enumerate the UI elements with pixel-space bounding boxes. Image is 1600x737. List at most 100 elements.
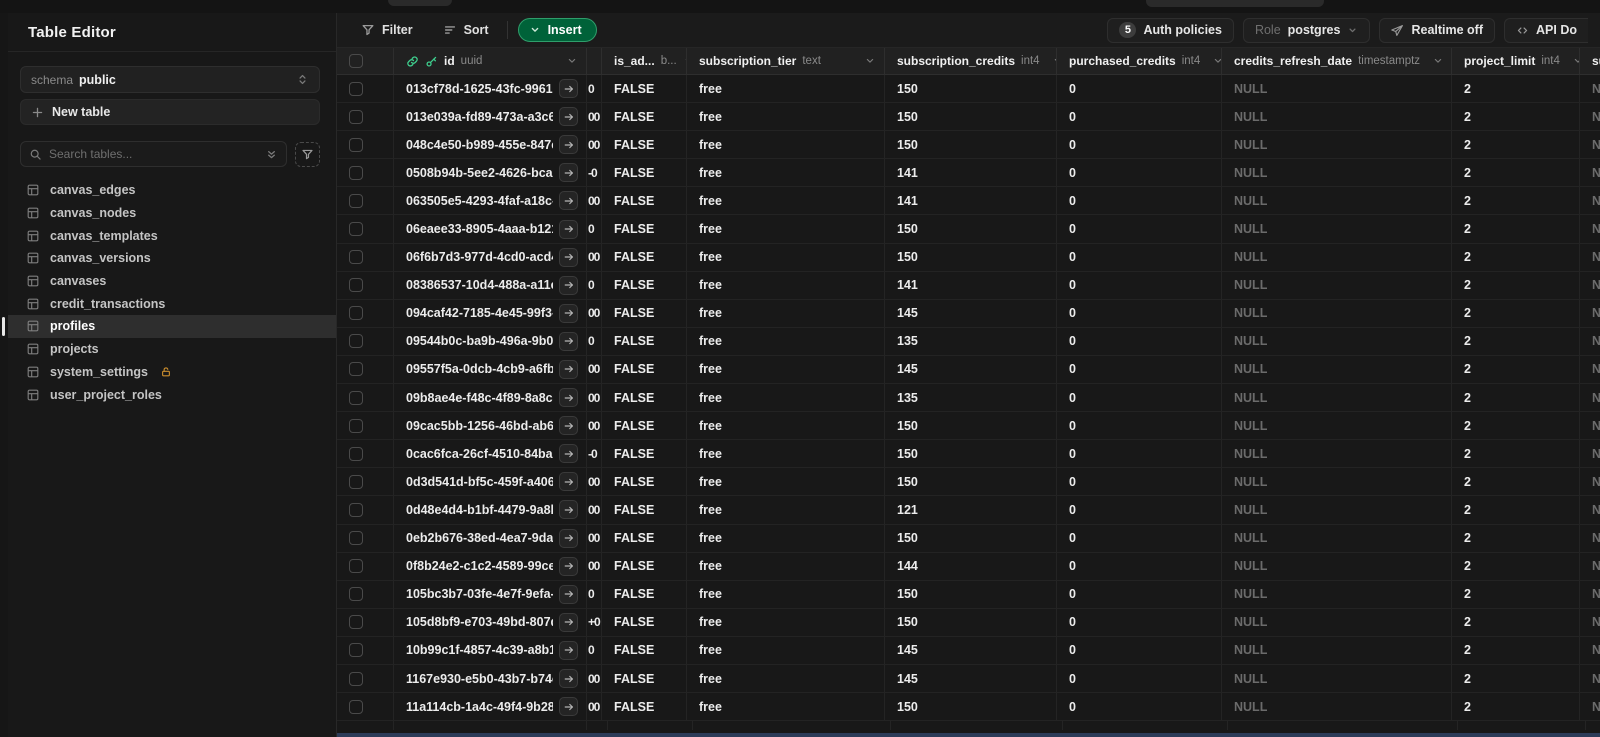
cell-project-limit[interactable]: 2 <box>1452 327 1580 355</box>
row-checkbox[interactable] <box>349 334 363 349</box>
sidebar-item-profiles[interactable]: profiles <box>2 315 336 338</box>
cell-clipped[interactable]: NU <box>1580 300 1600 327</box>
expand-row-button[interactable] <box>559 528 578 548</box>
expand-row-button[interactable] <box>559 191 578 211</box>
cell-credits-refresh-date[interactable]: NULL <box>1222 159 1452 187</box>
cell-project-limit[interactable]: 2 <box>1452 693 1580 721</box>
cell-project-limit[interactable]: 2 <box>1452 608 1580 636</box>
cell-clipped[interactable]: NU <box>1580 468 1600 495</box>
cell-subscription-tier[interactable]: free <box>687 636 885 664</box>
cell-id[interactable]: 063505e5-4293-4faf-a18c-0e65b... <box>394 187 587 215</box>
cell-purchased-credits[interactable]: 0 <box>1057 187 1222 215</box>
cell-purchased-credits[interactable]: 0 <box>1057 412 1222 440</box>
select-all-checkbox[interactable] <box>349 54 363 68</box>
cell-subscription-credits[interactable]: 145 <box>885 664 1057 693</box>
cell-collapsed[interactable]: 0 <box>587 327 602 355</box>
row-checkbox[interactable] <box>349 222 363 237</box>
row-checkbox[interactable] <box>349 165 363 180</box>
cell-project-limit[interactable]: 2 <box>1452 131 1580 159</box>
cell-subscription-tier[interactable]: free <box>687 159 885 187</box>
bottom-scroll-indicator[interactable] <box>337 733 1600 737</box>
cell-id[interactable]: 013e039a-fd89-473a-a3c6-ccfa9... <box>394 103 587 131</box>
cell-credits-refresh-date[interactable]: NULL <box>1222 384 1452 412</box>
sidebar-item-canvas_edges[interactable]: canvas_edges <box>8 179 336 202</box>
cell-project-limit[interactable]: 2 <box>1452 412 1580 440</box>
cell-subscription-credits[interactable]: 135 <box>885 327 1057 355</box>
auth-policies-button[interactable]: 5 Auth policies <box>1107 17 1234 43</box>
cell-clipped[interactable]: NU <box>1580 581 1600 608</box>
cell-id[interactable]: 09cac5bb-1256-46bd-ab60-64ed... <box>394 412 587 440</box>
expand-row-button[interactable] <box>559 303 578 323</box>
cell-subscription-credits[interactable]: 150 <box>885 693 1057 721</box>
cell-subscription-tier[interactable]: free <box>687 496 885 524</box>
cell-id[interactable]: 06f6b7d3-977d-4cd0-acd4-4a78... <box>394 243 587 271</box>
column-header-purchased-credits[interactable]: purchased_credits int4 <box>1057 48 1222 74</box>
filter-button[interactable]: Filter <box>353 23 421 37</box>
cell-collapsed[interactable]: 00 <box>587 468 602 496</box>
cell-credits-refresh-date[interactable]: NULL <box>1222 440 1452 468</box>
cell-is-admin[interactable]: FALSE <box>602 412 687 440</box>
cell-is-admin[interactable]: FALSE <box>602 299 687 327</box>
cell-is-admin[interactable]: FALSE <box>602 608 687 636</box>
cell-project-limit[interactable]: 2 <box>1452 440 1580 468</box>
cell-clipped[interactable]: NU <box>1580 693 1600 720</box>
cell-id[interactable]: 0cac6fca-26cf-4510-84ba-c4580... <box>394 440 587 468</box>
cell-subscription-credits[interactable]: 145 <box>885 299 1057 327</box>
chevrons-down-icon[interactable] <box>265 148 278 161</box>
cell-subscription-credits[interactable]: 150 <box>885 75 1057 103</box>
cell-project-limit[interactable]: 2 <box>1452 384 1580 412</box>
cell-project-limit[interactable]: 2 <box>1452 271 1580 299</box>
row-checkbox[interactable] <box>349 137 363 152</box>
cell-id[interactable]: 06eaee33-8905-4aaa-b121-ab552... <box>394 215 587 243</box>
cell-clipped[interactable]: NU <box>1580 159 1600 186</box>
cell-credits-refresh-date[interactable]: NULL <box>1222 552 1452 580</box>
cell-project-limit[interactable]: 2 <box>1452 75 1580 103</box>
cell-is-admin[interactable]: FALSE <box>602 103 687 131</box>
cell-purchased-credits[interactable]: 0 <box>1057 636 1222 664</box>
cell-is-admin[interactable]: FALSE <box>602 75 687 103</box>
sidebar-item-user_project_roles[interactable]: user_project_roles <box>8 383 336 406</box>
cell-subscription-tier[interactable]: free <box>687 187 885 215</box>
cell-subscription-tier[interactable]: free <box>687 75 885 103</box>
cell-is-admin[interactable]: FALSE <box>602 496 687 524</box>
cell-id[interactable]: 013cf78d-1625-43fc-9961-442189... <box>394 75 587 103</box>
cell-id[interactable]: 0d3d541d-bf5c-459f-a406-16b93... <box>394 468 587 496</box>
expand-row-button[interactable] <box>559 584 578 604</box>
row-checkbox[interactable] <box>349 390 363 405</box>
cell-id[interactable]: 105bc3b7-03fe-4e7f-9efa-21bb40... <box>394 580 587 608</box>
row-checkbox[interactable] <box>349 362 363 377</box>
cell-purchased-credits[interactable]: 0 <box>1057 355 1222 384</box>
chevron-down-icon[interactable] <box>1432 55 1444 67</box>
cell-clipped[interactable]: NU <box>1580 103 1600 130</box>
cell-collapsed[interactable]: 00 <box>587 412 602 440</box>
cell-purchased-credits[interactable]: 0 <box>1057 440 1222 468</box>
expand-row-button[interactable] <box>559 275 578 295</box>
row-checkbox[interactable] <box>349 278 363 293</box>
cell-subscription-credits[interactable]: 150 <box>885 580 1057 608</box>
sidebar-item-credit_transactions[interactable]: credit_transactions <box>8 292 336 315</box>
search-tables-input[interactable] <box>49 147 258 161</box>
cell-collapsed[interactable]: 0 <box>587 636 602 664</box>
cell-clipped[interactable]: NU <box>1580 215 1600 242</box>
column-header-subscription-tier[interactable]: subscription_tier text <box>687 48 885 74</box>
cell-project-limit[interactable]: 2 <box>1452 299 1580 327</box>
cell-subscription-tier[interactable]: free <box>687 468 885 496</box>
cell-credits-refresh-date[interactable]: NULL <box>1222 664 1452 693</box>
cell-credits-refresh-date[interactable]: NULL <box>1222 299 1452 327</box>
cell-credits-refresh-date[interactable]: NULL <box>1222 496 1452 524</box>
cell-subscription-credits[interactable]: 150 <box>885 103 1057 131</box>
api-docs-button[interactable]: API Do <box>1504 17 1588 43</box>
cell-is-admin[interactable]: FALSE <box>602 468 687 496</box>
cell-clipped[interactable]: NU <box>1580 525 1600 552</box>
cell-clipped[interactable]: NU <box>1580 609 1600 636</box>
cell-subscription-credits[interactable]: 145 <box>885 636 1057 664</box>
cell-project-limit[interactable]: 2 <box>1452 636 1580 664</box>
cell-is-admin[interactable]: FALSE <box>602 243 687 271</box>
cell-purchased-credits[interactable]: 0 <box>1057 75 1222 103</box>
cell-subscription-credits[interactable]: 150 <box>885 243 1057 271</box>
cell-collapsed[interactable]: 00 <box>587 187 602 215</box>
cell-credits-refresh-date[interactable]: NULL <box>1222 215 1452 243</box>
sidebar-item-canvas_nodes[interactable]: canvas_nodes <box>8 202 336 225</box>
cell-clipped[interactable]: NU <box>1580 244 1600 271</box>
cell-subscription-tier[interactable]: free <box>687 664 885 693</box>
